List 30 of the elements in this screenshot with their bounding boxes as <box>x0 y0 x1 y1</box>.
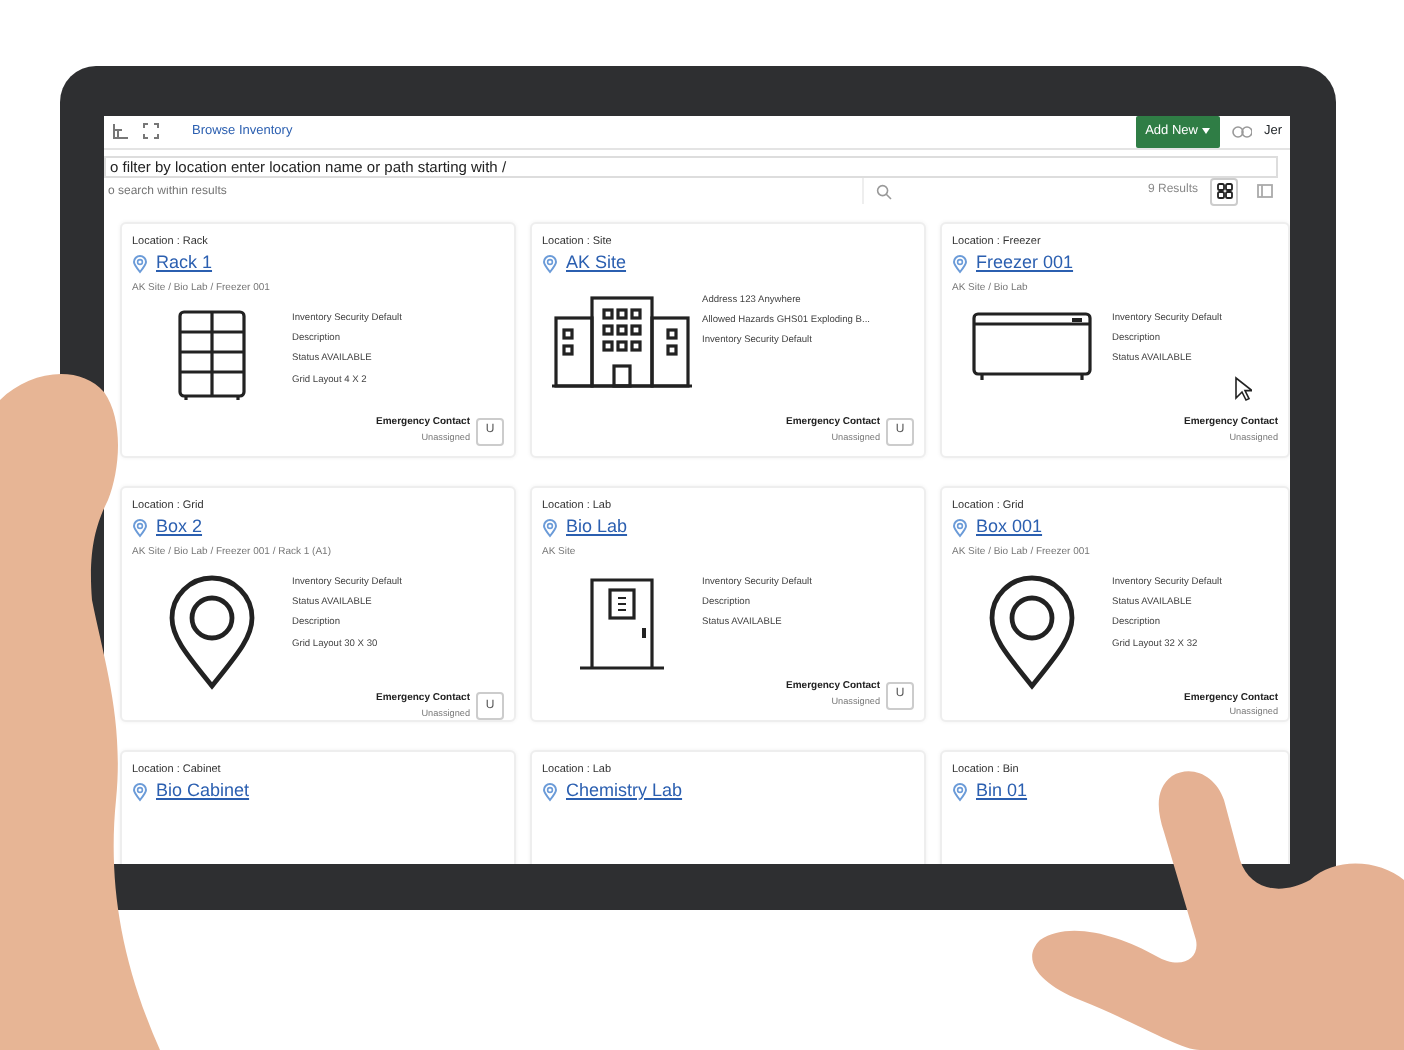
location-pin-icon <box>542 253 558 274</box>
location-pin-icon <box>132 253 148 274</box>
tree-icon <box>112 122 130 141</box>
location-pin-icon <box>132 781 148 802</box>
door-icon <box>576 572 668 676</box>
location-pin-icon <box>542 517 558 538</box>
location-pin-icon <box>166 572 258 692</box>
location-name-link[interactable]: Box 001 <box>976 514 1043 541</box>
location-name-link[interactable]: Bio Lab <box>566 514 628 541</box>
location-pin-icon <box>952 781 968 802</box>
location-name-link[interactable]: Freezer 001 <box>976 250 1074 277</box>
location-name-link[interactable]: Box 2 <box>156 514 203 541</box>
location-pin-icon <box>132 517 148 538</box>
location-pin-icon <box>986 572 1078 692</box>
location-name-link[interactable]: Chemistry Lab <box>566 778 683 805</box>
location-name-link[interactable]: Bio Cabinet <box>156 778 250 805</box>
grid-icon <box>1215 182 1233 201</box>
location-pin-icon <box>542 781 558 802</box>
caret-icon <box>1201 127 1210 134</box>
location-pin-icon <box>952 253 968 274</box>
location-name-link[interactable]: Rack 1 <box>156 250 213 277</box>
search-icon <box>876 183 892 200</box>
location-name-link[interactable]: Bin 01 <box>976 778 1028 805</box>
location-name-link[interactable]: AK Site <box>566 250 627 277</box>
list-icon <box>1255 182 1273 201</box>
rack-icon <box>172 308 252 404</box>
grid-view-button[interactable] <box>1210 177 1238 206</box>
expand-icon <box>142 122 160 141</box>
location-pin-icon <box>952 517 968 538</box>
freezer-icon <box>970 308 1094 384</box>
